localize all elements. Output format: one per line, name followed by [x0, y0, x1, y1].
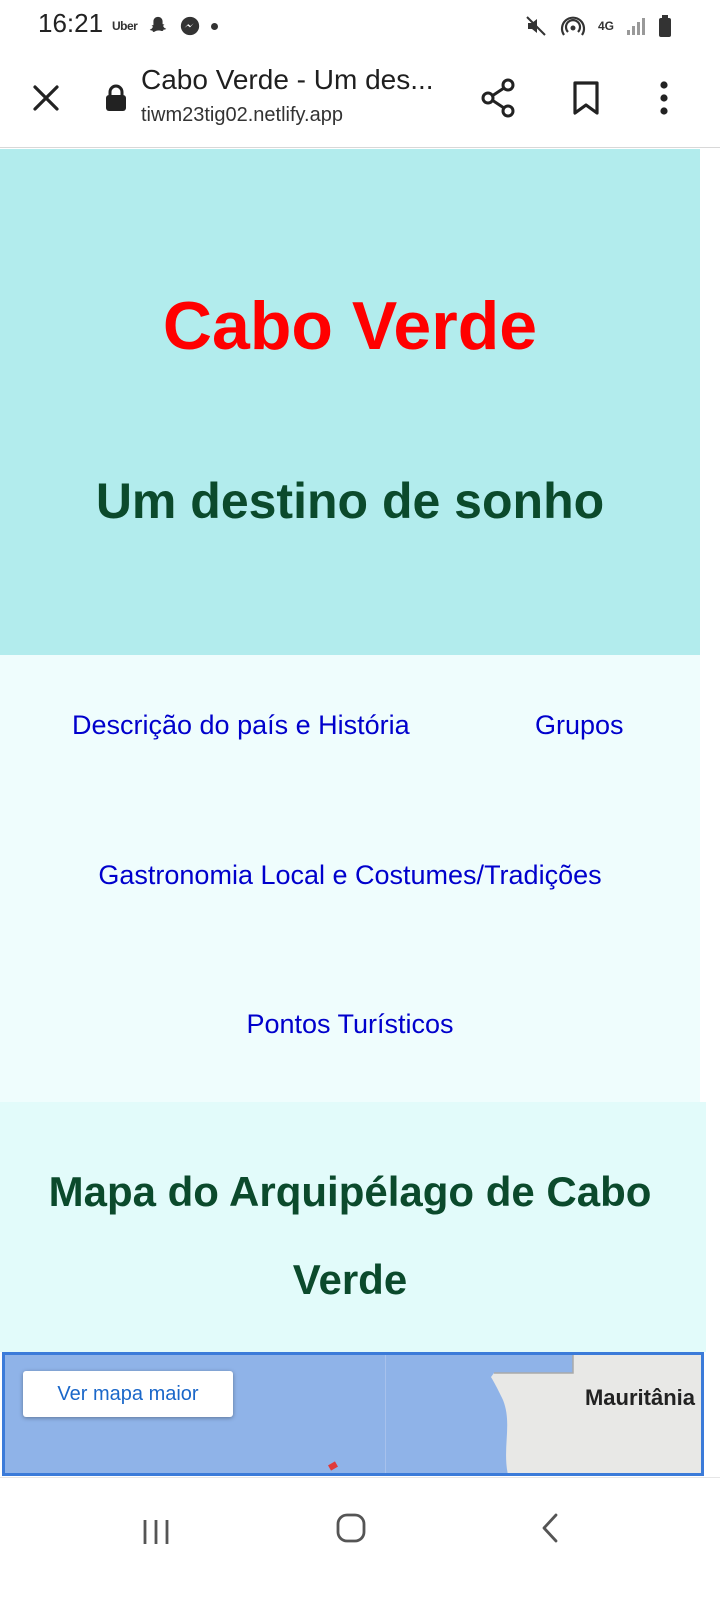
snapchat-icon [150, 16, 167, 32]
signal-icon [627, 18, 645, 35]
browser-toolbar: Cabo Verde - Um des... tiwm23tig02.netli… [0, 52, 720, 148]
map-country-label: Mauritânia [584, 1385, 695, 1410]
back-button[interactable] [530, 1508, 570, 1548]
map-grid-line [385, 1355, 386, 1473]
home-icon [336, 1513, 366, 1543]
lock-icon [104, 84, 128, 112]
messenger-icon [181, 16, 200, 36]
status-bar: 16:21 Uber 4G [0, 0, 720, 52]
share-button[interactable] [478, 76, 518, 120]
page-title[interactable]: Cabo Verde - Um des... [141, 64, 441, 96]
nav-row-gastronomia: Gastronomia Local e Costumes/Tradições [0, 860, 700, 891]
dot-icon [211, 22, 219, 30]
web-page: Cabo Verde Um destino de sonho Descrição… [0, 149, 706, 1476]
hero-subtitle: Um destino de sonho [95, 473, 605, 529]
system-navigation-bar [0, 1477, 720, 1600]
share-icon [481, 78, 515, 118]
more-options-button[interactable] [648, 76, 680, 120]
mute-icon [526, 16, 546, 36]
view-larger-map-button[interactable]: Ver mapa maior [23, 1371, 233, 1417]
nav-link-descricao-historia[interactable]: Descrição do país e História [72, 710, 410, 741]
home-button[interactable] [331, 1508, 371, 1548]
nav-link-gastronomia-costumes[interactable]: Gastronomia Local e Costumes/Tradições [98, 860, 601, 890]
map-island-marker [328, 1461, 338, 1471]
recents-button[interactable] [136, 1512, 176, 1552]
recents-icon [143, 1520, 169, 1544]
embedded-map[interactable]: Ver mapa maior Mauritânia [2, 1352, 704, 1476]
close-tab-button[interactable] [26, 78, 66, 118]
nav-row-pontos: Pontos Turísticos [0, 1009, 700, 1040]
map-heading: Mapa do Arquipélago de Cabo Verde [48, 1168, 652, 1303]
close-icon [33, 85, 59, 111]
map-section: Mapa do Arquipélago de Cabo Verde [0, 1102, 706, 1352]
uber-icon: Uber [112, 19, 138, 33]
status-app-icons: Uber [112, 12, 219, 40]
bookmark-icon [573, 81, 599, 115]
map-land-area [491, 1355, 701, 1473]
battery-icon [659, 15, 671, 37]
bookmark-button[interactable] [566, 76, 606, 120]
status-system-icons: 4G [524, 12, 672, 40]
nav-link-grupos[interactable]: Grupos [535, 710, 624, 741]
hero-banner: Cabo Verde Um destino de sonho [0, 149, 700, 655]
status-time: 16:21 [38, 8, 104, 38]
back-icon [542, 1513, 558, 1543]
page-url[interactable]: tiwm23tig02.netlify.app [141, 104, 343, 127]
more-vert-icon [660, 81, 668, 115]
hero-title: Cabo Verde [162, 288, 538, 364]
network-4g-icon: 4G [597, 19, 614, 33]
nav-link-pontos-turisticos[interactable]: Pontos Turísticos [246, 1009, 453, 1039]
hotspot-icon [560, 16, 586, 36]
